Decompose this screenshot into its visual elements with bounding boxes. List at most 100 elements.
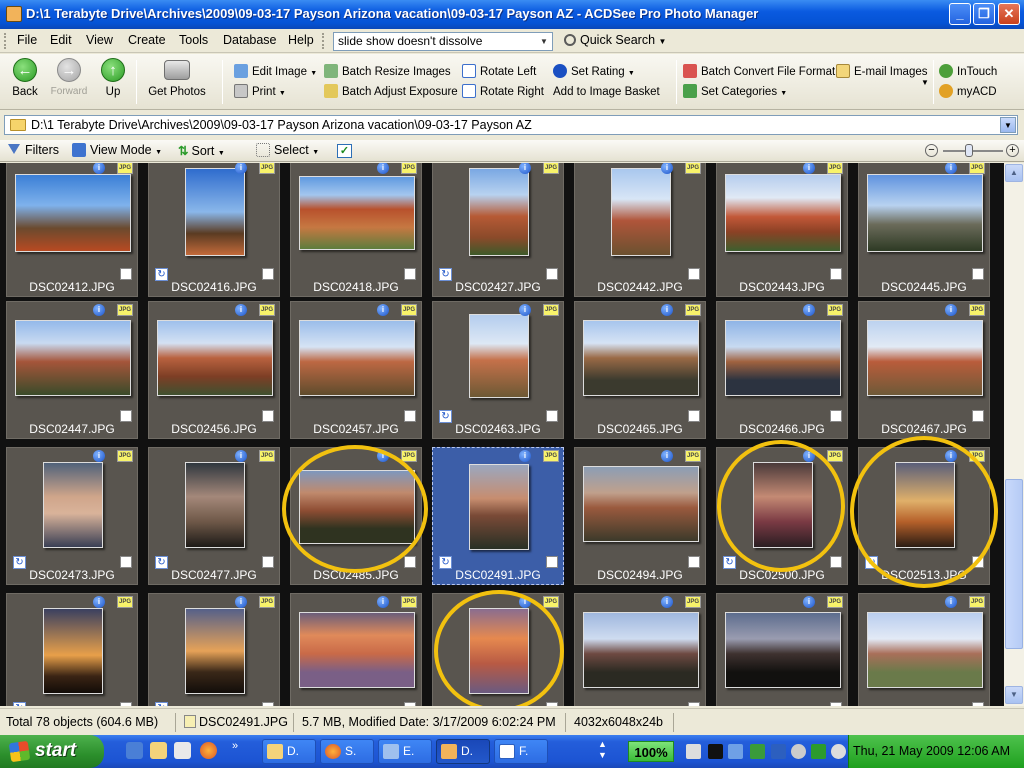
tray-icon[interactable] xyxy=(708,744,723,759)
thumbnail-image[interactable] xyxy=(867,320,983,396)
thumbnail-image[interactable] xyxy=(583,466,699,542)
select-checkbox[interactable] xyxy=(120,268,132,280)
select-checkbox[interactable] xyxy=(120,702,132,706)
select-checkbox[interactable] xyxy=(972,410,984,422)
thumbnail-tile[interactable]: i JPG DSC02418.JPG xyxy=(290,163,422,297)
thumbnail-tile[interactable]: i JPG DSC02457.JPG xyxy=(290,301,422,439)
folder-quicklaunch-icon[interactable] xyxy=(150,742,167,759)
chevron-down-icon[interactable]: ▼ xyxy=(921,78,929,87)
email-images-button[interactable]: E-mail Images xyxy=(836,64,928,81)
thumbnail-tile[interactable]: i JPG xyxy=(290,593,422,706)
thumbnail-tile[interactable]: i JPG DSC02456.JPG xyxy=(148,301,280,439)
info-icon[interactable]: i xyxy=(377,304,389,316)
scrollbar-thumb[interactable] xyxy=(1005,479,1023,649)
menu-tools[interactable]: Tools xyxy=(176,33,211,47)
info-icon[interactable]: i xyxy=(945,304,957,316)
thumbnail-tile[interactable]: i JPG DSC02443.JPG xyxy=(716,163,848,297)
thumbnail-image[interactable] xyxy=(299,176,415,250)
thumbnail-tile[interactable]: i JPG DSC02466.JPG xyxy=(716,301,848,439)
taskbar-scroll-icon[interactable]: ▲ ▼ xyxy=(598,739,607,761)
select-checkbox[interactable] xyxy=(404,268,416,280)
slider-handle[interactable] xyxy=(965,144,973,157)
ie-quicklaunch-icon[interactable] xyxy=(126,742,143,759)
info-icon[interactable]: i xyxy=(945,163,957,174)
set-rating-button[interactable]: Set Rating ▼ xyxy=(553,64,635,81)
thumbnail-image[interactable] xyxy=(725,612,841,688)
info-icon[interactable]: i xyxy=(661,304,673,316)
info-icon[interactable]: i xyxy=(93,163,105,174)
thumbnail-tile[interactable]: i JPG DSC02467.JPG xyxy=(858,301,990,439)
thumbnail-tile[interactable]: i JPG ↻ DSC02473.JPG xyxy=(6,447,138,585)
scroll-up-arrow[interactable]: ▲ xyxy=(1005,164,1023,182)
info-icon[interactable]: i xyxy=(377,163,389,174)
select-checkbox[interactable] xyxy=(546,410,558,422)
start-button[interactable]: start xyxy=(0,735,104,768)
close-button[interactable]: ✕ xyxy=(998,3,1020,25)
thumbnail-image[interactable] xyxy=(185,462,245,548)
get-photos-button[interactable]: Get Photos xyxy=(144,58,210,98)
thumbnail-image[interactable] xyxy=(583,612,699,688)
sort-button[interactable]: ⇅ Sort ▼ xyxy=(178,143,225,158)
print-button[interactable]: Print ▼ xyxy=(234,84,286,101)
thumbnail-size-slider[interactable]: − + xyxy=(925,144,1020,158)
select-checkbox[interactable] xyxy=(688,410,700,422)
thumbnail-image[interactable] xyxy=(867,174,983,252)
thumbnail-tile[interactable]: i JPG DSC02465.JPG xyxy=(574,301,706,439)
up-button[interactable]: ↑ Up xyxy=(98,58,128,98)
info-icon[interactable]: i xyxy=(235,596,247,608)
select-checkbox[interactable] xyxy=(404,556,416,568)
thumbnail-image[interactable] xyxy=(469,168,529,256)
intouch-button[interactable]: InTouch xyxy=(939,64,997,81)
tray-icon[interactable] xyxy=(831,744,846,759)
menu-database[interactable]: Database xyxy=(220,33,280,47)
select-checkbox[interactable] xyxy=(120,556,132,568)
thumbnail-image[interactable] xyxy=(469,314,529,398)
system-clock[interactable]: Thu, 21 May 2009 12:06 AM xyxy=(848,735,1024,768)
select-checkbox[interactable] xyxy=(120,410,132,422)
quick-search-button[interactable]: Quick Search ▼ xyxy=(560,32,672,51)
info-icon[interactable]: i xyxy=(519,450,531,462)
select-checkbox[interactable] xyxy=(262,268,274,280)
myacd-button[interactable]: myACD xyxy=(939,84,997,101)
task-button-1[interactable]: D. xyxy=(262,739,316,764)
info-icon[interactable]: i xyxy=(803,596,815,608)
tray-icon[interactable] xyxy=(771,744,786,759)
menu-file[interactable]: File xyxy=(14,33,40,47)
select-checkbox[interactable] xyxy=(262,702,274,706)
task-button-3[interactable]: E. xyxy=(378,739,432,764)
edit-image-button[interactable]: Edit Image ▼ xyxy=(234,64,317,81)
select-button[interactable]: Select ▼ xyxy=(256,143,319,157)
info-icon[interactable]: i xyxy=(661,163,673,174)
view-mode-button[interactable]: View Mode ▼ xyxy=(72,143,162,157)
quicklaunch-more-icon[interactable]: » xyxy=(232,740,238,752)
search-input[interactable]: slide show doesn't dissolve ▼ xyxy=(333,32,553,51)
thumbnail-tile[interactable]: i JPG DSC02445.JPG xyxy=(858,163,990,297)
network-icon[interactable] xyxy=(728,744,743,759)
select-checkbox[interactable] xyxy=(404,410,416,422)
info-icon[interactable]: i xyxy=(661,596,673,608)
select-checkbox[interactable] xyxy=(546,556,558,568)
thumbnail-tile[interactable]: i JPG ↻ DSC02491.JPG xyxy=(432,447,564,585)
zoom-in-icon[interactable]: + xyxy=(1006,144,1019,157)
thumbnail-tile[interactable]: i JPG ↻ DSC02416.JPG xyxy=(148,163,280,297)
thumbnail-tile[interactable]: i JPG xyxy=(716,593,848,706)
info-icon[interactable]: i xyxy=(93,450,105,462)
thumbnail-image[interactable] xyxy=(299,320,415,396)
select-checkbox[interactable] xyxy=(688,702,700,706)
info-icon[interactable]: i xyxy=(235,304,247,316)
firefox-quicklaunch-icon[interactable] xyxy=(200,742,217,759)
batch-adjust-button[interactable]: Batch Adjust Exposure xyxy=(324,84,458,101)
tray-icon[interactable] xyxy=(686,744,701,759)
thumbnail-image[interactable] xyxy=(157,320,273,396)
thumbnail-image[interactable] xyxy=(299,612,415,688)
batch-convert-button[interactable]: Batch Convert File Format xyxy=(683,64,835,81)
thumbnail-image[interactable] xyxy=(867,612,983,688)
menu-view[interactable]: View xyxy=(83,33,116,47)
info-icon[interactable]: i xyxy=(235,163,247,174)
task-button-2[interactable]: S. xyxy=(320,739,374,764)
tray-icon[interactable] xyxy=(750,744,765,759)
thumbnail-image[interactable] xyxy=(469,464,529,550)
thumbnail-tile[interactable]: i JPG DSC02447.JPG xyxy=(6,301,138,439)
select-checkbox[interactable] xyxy=(546,702,558,706)
select-checkbox[interactable] xyxy=(546,268,558,280)
